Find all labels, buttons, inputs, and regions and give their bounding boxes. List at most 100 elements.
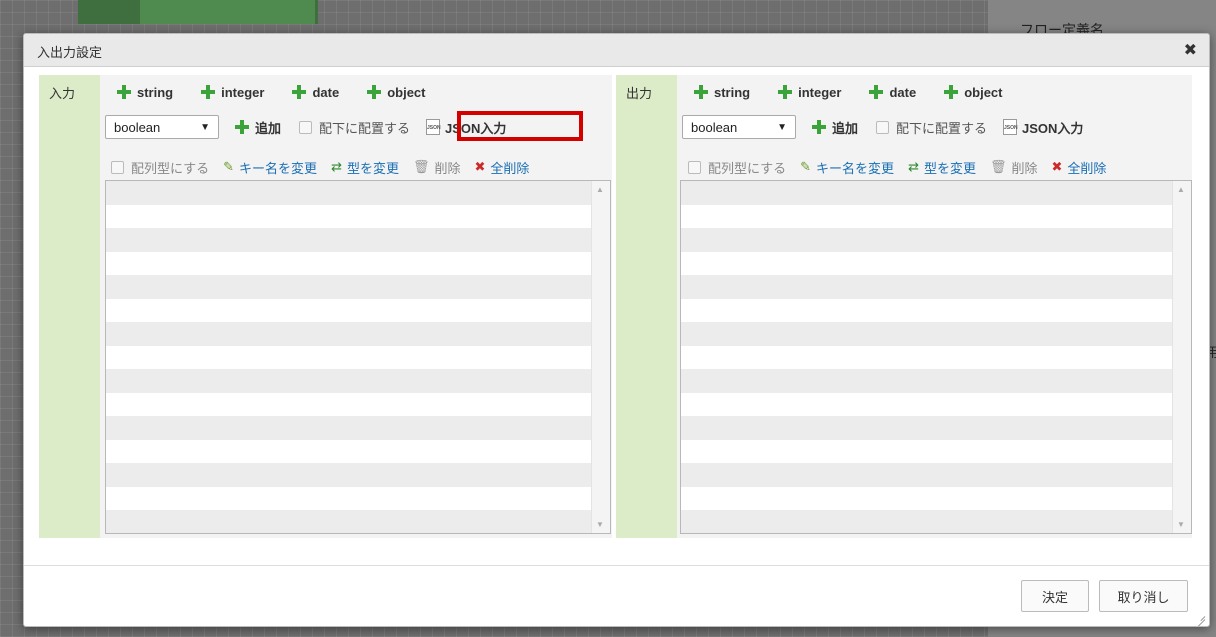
list-item [106,369,610,393]
input-add-object-label: object [387,84,426,100]
output-add-integer-button[interactable]: integer [778,85,841,100]
list-item [681,204,1191,228]
close-icon[interactable]: ✖ [1184,40,1197,60]
list-item [681,345,1191,369]
list-item [681,416,1191,440]
resize-grip-icon[interactable] [1195,612,1205,622]
input-array-checkbox[interactable]: 配列型にする [111,158,209,177]
output-delete-all-button[interactable]: ✖ 全削除 [1052,158,1107,177]
list-item [106,416,610,440]
input-rename-label: キー名を変更 [239,160,318,176]
plus-icon [869,85,884,99]
list-item [106,228,610,252]
input-rename-key-button[interactable]: ✎ キー名を変更 [223,158,317,177]
output-change-type-button[interactable]: ⇄ 型を変更 [908,158,976,177]
output-add-row: boolean ▼ 追加 配下に配置する JSON JSON入力 [682,113,1083,141]
list-item [106,486,610,510]
output-array-label: 配列型にする [708,160,787,176]
input-add-string-button[interactable]: string [117,85,173,100]
output-delete-all-label: 全削除 [1067,160,1107,176]
dialog-title: 入出力設定 [37,45,103,60]
output-array-checkbox[interactable]: 配列型にする [688,158,786,177]
list-item [681,463,1191,487]
input-panel-label-area: 入力 [39,75,100,538]
input-add-date-button[interactable]: date [292,85,339,100]
output-rename-key-button[interactable]: ✎ キー名を変更 [800,158,894,177]
list-item [106,298,610,322]
plus-icon [201,85,216,99]
x-icon: ✖ [474,159,486,174]
ok-button[interactable]: 決定 [1021,580,1089,612]
scroll-down-icon[interactable]: ▼ [596,520,604,529]
x-icon: ✖ [1051,159,1063,174]
output-add-string-button[interactable]: string [694,85,750,100]
output-add-object-label: object [964,84,1003,100]
json-icon: JSON [426,119,441,135]
input-change-type-button[interactable]: ⇄ 型を変更 [331,158,399,177]
input-array-label: 配列型にする [131,160,210,176]
cancel-button[interactable]: 取り消し [1099,580,1188,612]
pencil-icon: ✎ [800,159,812,174]
input-delete-all-label: 全削除 [490,160,530,176]
list-item [106,439,610,463]
output-rename-label: キー名を変更 [816,160,895,176]
plus-icon [235,120,249,134]
input-field-list[interactable]: ▲ ▼ [105,180,611,534]
chevron-down-icon: ▼ [200,121,210,133]
output-add-string-label: string [714,84,751,100]
list-item [681,486,1191,510]
input-place-under-label: 配下に配置する [319,120,411,136]
list-item [681,369,1191,393]
input-add-object-button[interactable]: object [367,84,426,100]
input-type-select[interactable]: boolean ▼ [105,115,219,139]
scroll-up-icon[interactable]: ▲ [1177,185,1185,194]
input-add-integer-label: integer [221,84,265,100]
output-place-under-checkbox[interactable]: 配下に配置する [876,118,987,137]
output-type-select[interactable]: boolean ▼ [682,115,796,139]
output-add-button[interactable]: 追加 [812,118,858,137]
background-header-bar-accent [140,0,315,24]
input-delete-label: 削除 [434,160,461,176]
input-delete-button[interactable]: 🗑 削除 [413,158,461,177]
list-item [681,439,1191,463]
output-field-list[interactable]: ▲ ▼ [680,180,1192,534]
pencil-icon: ✎ [223,159,235,174]
list-item [106,463,610,487]
output-json-button[interactable]: JSON JSON入力 [1003,118,1083,137]
output-panel-label-area: 出力 [616,75,677,538]
input-add-date-label: date [312,84,340,100]
input-place-under-checkbox[interactable]: 配下に配置する [299,118,410,137]
output-panel-label: 出力 [626,86,653,101]
list-item [106,204,610,228]
input-delete-all-button[interactable]: ✖ 全削除 [475,158,530,177]
dialog-titlebar: 入出力設定 ✖ [24,34,1209,67]
trash-icon: 🗑 [412,159,430,174]
plus-icon [292,85,307,99]
highlight-box [457,111,583,141]
plus-icon [117,85,131,99]
output-add-object-button[interactable]: object [944,84,1003,100]
plus-icon [778,85,793,99]
scroll-down-icon[interactable]: ▼ [1177,520,1185,529]
output-add-date-button[interactable]: date [869,85,916,100]
list-item [106,510,610,533]
checkbox-icon [111,160,124,174]
checkbox-icon [299,120,313,134]
input-add-button[interactable]: 追加 [235,118,281,137]
output-panel: 出力 string integer date object boolean ▼ … [616,75,1192,538]
input-list-scrollbar[interactable]: ▲ ▼ [591,181,610,533]
list-item [106,275,610,299]
output-add-integer-label: integer [798,84,842,100]
input-panel-label: 入力 [49,86,76,101]
json-icon: JSON [1003,119,1018,135]
scroll-up-icon[interactable]: ▲ [596,185,604,194]
plus-icon [944,85,959,99]
input-type-select-value: boolean [114,119,161,135]
output-list-scrollbar[interactable]: ▲ ▼ [1172,181,1191,533]
input-add-integer-button[interactable]: integer [201,85,264,100]
io-settings-dialog: 入出力設定 ✖ 入力 string integer date object bo… [23,33,1210,627]
list-item [681,181,1191,205]
output-delete-button[interactable]: 🗑 削除 [990,158,1038,177]
input-add-label: 追加 [255,120,282,136]
list-item [681,228,1191,252]
